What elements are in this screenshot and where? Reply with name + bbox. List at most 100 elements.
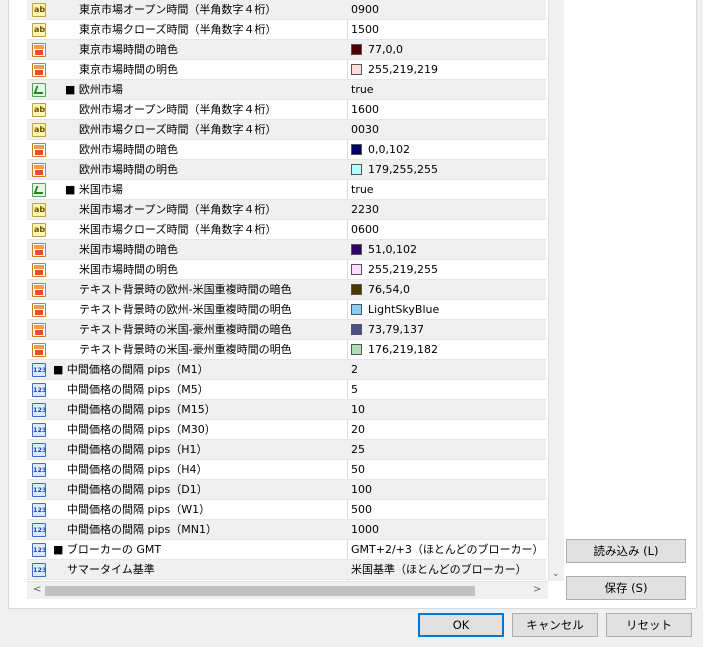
param-name: ■ 欧州市場 [65, 83, 123, 96]
cancel-button[interactable]: キャンセル [512, 613, 598, 637]
param-row[interactable]: 米国市場クローズ時間（半角数字４桁） 0600 [27, 220, 546, 240]
param-value[interactable]: 0900 [351, 0, 379, 20]
text-param-icon [32, 223, 46, 237]
param-row[interactable]: 米国市場時間の暗色 51,0,102 [27, 240, 546, 260]
param-row[interactable]: ■ 中間価格の間隔 pips（M1） 2 [27, 360, 546, 380]
param-row[interactable]: テキスト背景時の米国-豪州重複時間の暗色 73,79,137 [27, 320, 546, 340]
param-name: 中間価格の間隔 pips（MN1） [67, 523, 217, 536]
number-param-icon [32, 423, 47, 437]
color-swatch[interactable] [351, 144, 362, 155]
param-row[interactable]: 欧州市場時間の暗色 0,0,102 [27, 140, 546, 160]
reset-button[interactable]: リセット [606, 613, 692, 637]
color-swatch[interactable] [351, 64, 362, 75]
inputs-panel: 東京市場オープン時間（半角数字４桁）0900東京市場クローズ時間（半角数字４桁）… [8, 0, 697, 609]
param-value[interactable]: 255,219,219 [368, 60, 438, 80]
param-value[interactable]: true [351, 180, 374, 200]
param-value[interactable]: GMT+2/+3（ほとんどのブローカー） [351, 540, 544, 560]
param-row[interactable]: 中間価格の間隔 pips（M30） 20 [27, 420, 546, 440]
color-param-icon [32, 143, 46, 157]
bool-param-icon [32, 83, 46, 97]
param-value[interactable]: true [351, 80, 374, 100]
param-value[interactable]: 米国基準（ほとんどのブローカー） [351, 560, 527, 580]
param-value[interactable]: 176,219,182 [368, 340, 438, 360]
param-value[interactable]: LightSkyBlue [368, 300, 439, 320]
param-value[interactable]: 2 [351, 360, 358, 380]
param-row[interactable]: 東京市場時間の明色 255,219,219 [27, 60, 546, 80]
param-row[interactable]: 米国市場時間の明色 255,219,255 [27, 260, 546, 280]
load-button[interactable]: 読み込み (L) [566, 539, 686, 563]
param-value[interactable]: 255,219,255 [368, 260, 438, 280]
param-row[interactable]: 欧州市場クローズ時間（半角数字４桁） 0030 [27, 120, 546, 140]
param-value[interactable]: 50 [351, 460, 365, 480]
param-name: 東京市場クローズ時間（半角数字４桁） [79, 23, 277, 36]
param-row[interactable]: 中間価格の間隔 pips（H1） 25 [27, 440, 546, 460]
param-row[interactable]: 東京市場オープン時間（半角数字４桁） 0900 [27, 0, 546, 20]
param-row[interactable]: 米国市場オープン時間（半角数字４桁） 2230 [27, 200, 546, 220]
param-name: 欧州市場オープン時間（半角数字４桁） [79, 103, 277, 116]
param-value[interactable]: 1500 [351, 20, 379, 40]
param-value[interactable]: 500 [351, 500, 372, 520]
param-row[interactable]: 欧州市場オープン時間（半角数字４桁） 1600 [27, 100, 546, 120]
vertical-scrollbar[interactable]: ⌄ [548, 0, 564, 581]
param-value[interactable]: 10 [351, 400, 365, 420]
param-row[interactable]: 東京市場クローズ時間（半角数字４桁） 1500 [27, 20, 546, 40]
param-row[interactable]: ■ 米国市場 true [27, 180, 546, 200]
param-name: ■ 中間価格の間隔 pips（M1） [53, 363, 209, 376]
param-row[interactable]: 中間価格の間隔 pips（MN1） 1000 [27, 520, 546, 540]
param-name: テキスト背景時の欧州-米国重複時間の暗色 [79, 283, 292, 296]
scroll-left-arrow-icon[interactable]: < [33, 584, 41, 595]
color-swatch[interactable] [351, 344, 362, 355]
horizontal-scroll-thumb[interactable] [45, 586, 475, 596]
param-row[interactable]: 中間価格の間隔 pips（D1） 100 [27, 480, 546, 500]
param-row[interactable]: 中間価格の間隔 pips（M15） 10 [27, 400, 546, 420]
param-value[interactable]: 2230 [351, 200, 379, 220]
parameters-grid: 東京市場オープン時間（半角数字４桁）0900東京市場クローズ時間（半角数字４桁）… [27, 0, 549, 581]
param-row[interactable]: テキスト背景時の欧州-米国重複時間の明色 LightSkyBlue [27, 300, 546, 320]
color-swatch[interactable] [351, 164, 362, 175]
number-param-icon [32, 403, 47, 417]
scroll-right-arrow-icon[interactable]: > [533, 584, 541, 595]
param-value[interactable]: 51,0,102 [368, 240, 417, 260]
color-swatch[interactable] [351, 304, 362, 315]
color-param-icon [32, 283, 46, 297]
param-value[interactable]: 20 [351, 420, 365, 440]
ok-button[interactable]: OK [418, 613, 504, 637]
param-row[interactable]: ■ ブローカーの GMT GMT+2/+3（ほとんどのブローカー） [27, 540, 546, 560]
param-value[interactable]: 0030 [351, 120, 379, 140]
color-swatch[interactable] [351, 324, 362, 335]
param-value[interactable]: 77,0,0 [368, 40, 403, 60]
horizontal-scrollbar[interactable]: < > [27, 581, 548, 599]
param-row[interactable]: 中間価格の間隔 pips（W1） 500 [27, 500, 546, 520]
color-swatch[interactable] [351, 264, 362, 275]
param-value[interactable]: 179,255,255 [368, 160, 438, 180]
color-swatch[interactable] [351, 244, 362, 255]
param-row[interactable]: サマータイム基準 米国基準（ほとんどのブローカー） [27, 560, 546, 580]
param-value[interactable]: 0600 [351, 220, 379, 240]
color-swatch[interactable] [351, 284, 362, 295]
param-name: テキスト背景時の欧州-米国重複時間の明色 [79, 303, 292, 316]
param-row[interactable]: 東京市場時間の暗色 77,0,0 [27, 40, 546, 60]
param-name: テキスト背景時の米国-豪州重複時間の暗色 [79, 323, 292, 336]
number-param-icon [32, 503, 47, 517]
param-value[interactable]: 1000 [351, 520, 379, 540]
param-row[interactable]: 中間価格の間隔 pips（H4） 50 [27, 460, 546, 480]
param-row[interactable]: テキスト背景時の欧州-米国重複時間の暗色 76,54,0 [27, 280, 546, 300]
param-value[interactable]: 76,54,0 [368, 280, 410, 300]
param-row[interactable]: 中間価格の間隔 pips（M5） 5 [27, 380, 546, 400]
param-row[interactable]: テキスト背景時の米国-豪州重複時間の明色 176,219,182 [27, 340, 546, 360]
param-value[interactable]: 1600 [351, 100, 379, 120]
param-value[interactable]: 25 [351, 440, 365, 460]
save-button[interactable]: 保存 (S) [566, 576, 686, 600]
color-param-icon [32, 43, 46, 57]
color-param-icon [32, 63, 46, 77]
param-row[interactable]: ■ 欧州市場 true [27, 80, 546, 100]
param-value[interactable]: 73,79,137 [368, 320, 424, 340]
param-name: 中間価格の間隔 pips（M30） [67, 423, 216, 436]
param-value[interactable]: 100 [351, 480, 372, 500]
color-swatch[interactable] [351, 44, 362, 55]
text-param-icon [32, 203, 46, 217]
param-value[interactable]: 0,0,102 [368, 140, 410, 160]
param-row[interactable]: 欧州市場時間の明色 179,255,255 [27, 160, 546, 180]
param-value[interactable]: 5 [351, 380, 358, 400]
scroll-down-arrow-icon[interactable]: ⌄ [552, 569, 560, 579]
